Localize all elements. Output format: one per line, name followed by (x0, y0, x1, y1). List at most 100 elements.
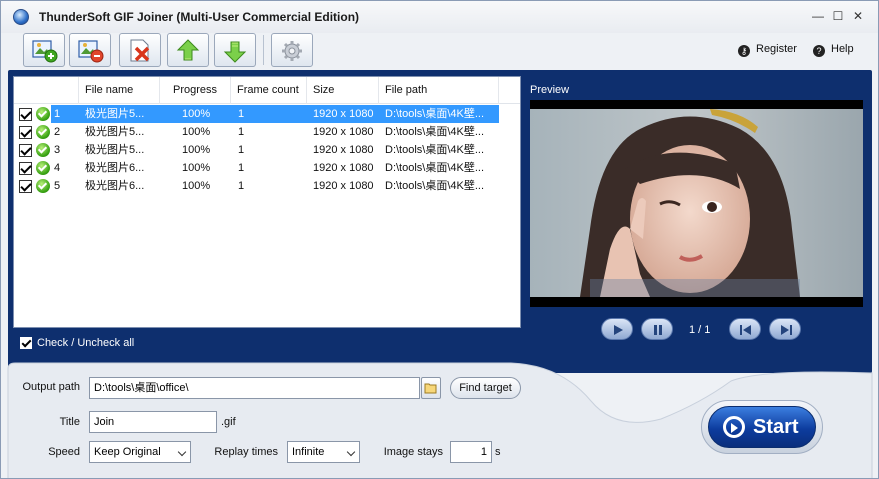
column-header-file-name[interactable]: File name (79, 77, 160, 104)
find-target-button[interactable]: Find target (450, 377, 521, 399)
help-link[interactable]: ? Help (813, 43, 854, 57)
done-check-icon (36, 161, 50, 175)
title-field[interactable]: Join (89, 411, 217, 433)
skip-back-icon (740, 325, 751, 335)
settings-button[interactable] (271, 33, 313, 67)
replay-times-value: Infinite (292, 446, 325, 458)
start-button[interactable]: Start (708, 406, 816, 448)
title-bar: ThunderSoft GIF Joiner (Multi-User Comme… (1, 1, 878, 33)
table-row[interactable]: 5 极光图片6... 100% 1 1920 x 1080 D:\tools\桌… (14, 177, 520, 195)
folder-icon (424, 383, 437, 394)
row-file-path: D:\tools\桌面\4K壁... (385, 180, 485, 192)
done-check-icon (36, 143, 50, 157)
row-index: 5 (54, 180, 61, 192)
browse-folder-button[interactable] (421, 377, 441, 399)
image-stays-unit: s (495, 446, 501, 458)
start-label: Start (753, 416, 799, 438)
row-index: 2 (54, 126, 61, 138)
toolbar: ⚷ Register ? Help (1, 33, 878, 69)
pause-icon (654, 325, 662, 335)
image-stays-field[interactable]: 1 (450, 441, 492, 463)
table-row[interactable]: 2 极光图片5... 100% 1 1920 x 1080 D:\tools\桌… (14, 123, 520, 141)
row-frame-count: 1 (238, 108, 245, 120)
move-up-icon (176, 39, 200, 61)
column-header-size[interactable]: Size (307, 77, 379, 104)
row-index: 1 (54, 108, 61, 120)
row-size: 1920 x 1080 (313, 162, 374, 174)
window-title: ThunderSoft GIF Joiner (Multi-User Comme… (39, 10, 360, 24)
play-icon (614, 325, 623, 335)
help-icon: ? (813, 45, 825, 57)
row-frame-count: 1 (238, 180, 245, 192)
column-header-file-path[interactable]: File path (379, 77, 499, 104)
title-label: Title (59, 416, 80, 428)
output-path-label: Output path (22, 381, 81, 393)
preview-previous-button[interactable] (729, 318, 761, 340)
app-logo-icon (13, 9, 29, 25)
row-file-path: D:\tools\桌面\4K壁... (385, 126, 485, 138)
check-all-checkbox[interactable] (20, 337, 32, 349)
row-checkbox[interactable] (19, 144, 32, 157)
table-row[interactable]: 4 极光图片6... 100% 1 1920 x 1080 D:\tools\桌… (14, 159, 520, 177)
row-index: 3 (54, 144, 61, 156)
settings-icon (282, 41, 302, 61)
speed-label: Speed (48, 446, 80, 458)
row-frame-count: 1 (238, 144, 245, 156)
skip-forward-icon (781, 325, 792, 335)
row-progress: 100% (182, 126, 211, 138)
preview-image (530, 109, 863, 297)
row-progress: 100% (182, 180, 211, 192)
row-checkbox[interactable] (19, 108, 32, 121)
row-progress: 100% (182, 162, 211, 174)
file-list-header: File name Progress Frame count Size File… (14, 77, 520, 104)
table-row[interactable]: 3 极光图片5... 100% 1 1920 x 1080 D:\tools\桌… (14, 141, 520, 159)
column-header-frame-count[interactable]: Frame count (231, 77, 307, 104)
maximize-button[interactable]: ☐ (829, 8, 847, 24)
preview-play-button[interactable] (601, 318, 633, 340)
key-icon: ⚷ (738, 45, 750, 57)
row-file-path: D:\tools\桌面\4K壁... (385, 108, 485, 120)
header-check-column (14, 77, 79, 104)
clear-list-button[interactable] (119, 33, 161, 67)
preview-pause-button[interactable] (641, 318, 673, 340)
add-image-button[interactable] (23, 33, 65, 67)
column-header-progress[interactable]: Progress (160, 77, 231, 104)
output-path-field[interactable]: D:\tools\桌面\office\ (89, 377, 420, 399)
row-file-path: D:\tools\桌面\4K壁... (385, 162, 485, 174)
table-row[interactable]: 1 极光图片5... 100% 1 1920 x 1080 D:\tools\桌… (14, 105, 520, 123)
done-check-icon (36, 125, 50, 139)
register-link[interactable]: ⚷ Register (738, 43, 797, 57)
preview-next-button[interactable] (769, 318, 801, 340)
speed-select[interactable]: Keep Original (89, 441, 191, 463)
minimize-button[interactable]: — (809, 8, 827, 24)
start-button-frame: Start (701, 400, 823, 454)
row-checkbox[interactable] (19, 162, 32, 175)
preview-frame (530, 100, 863, 307)
row-size: 1920 x 1080 (313, 180, 374, 192)
row-frame-count: 1 (238, 126, 245, 138)
row-size: 1920 x 1080 (313, 108, 374, 120)
row-file-name: 极光图片6... (85, 180, 145, 192)
row-checkbox[interactable] (19, 126, 32, 139)
close-button[interactable]: ✕ (849, 8, 867, 24)
help-label: Help (831, 43, 854, 55)
preview-page-counter: 1 / 1 (689, 324, 711, 336)
remove-image-button[interactable] (69, 33, 111, 67)
row-file-path: D:\tools\桌面\4K壁... (385, 144, 485, 156)
row-checkbox[interactable] (19, 180, 32, 193)
start-arrow-icon (723, 416, 745, 438)
clear-list-icon (130, 39, 150, 62)
move-up-button[interactable] (167, 33, 209, 67)
row-file-name: 极光图片6... (85, 162, 145, 174)
move-down-icon (223, 41, 247, 63)
chevron-down-icon (346, 447, 356, 457)
preview-label: Preview (530, 84, 570, 96)
chevron-down-icon (177, 447, 187, 457)
remove-image-icon (78, 40, 104, 63)
replay-times-select[interactable]: Infinite (287, 441, 360, 463)
move-down-button[interactable] (214, 33, 256, 67)
row-progress: 100% (182, 108, 211, 120)
row-size: 1920 x 1080 (313, 126, 374, 138)
row-frame-count: 1 (238, 162, 245, 174)
image-stays-label: Image stays (383, 446, 443, 458)
